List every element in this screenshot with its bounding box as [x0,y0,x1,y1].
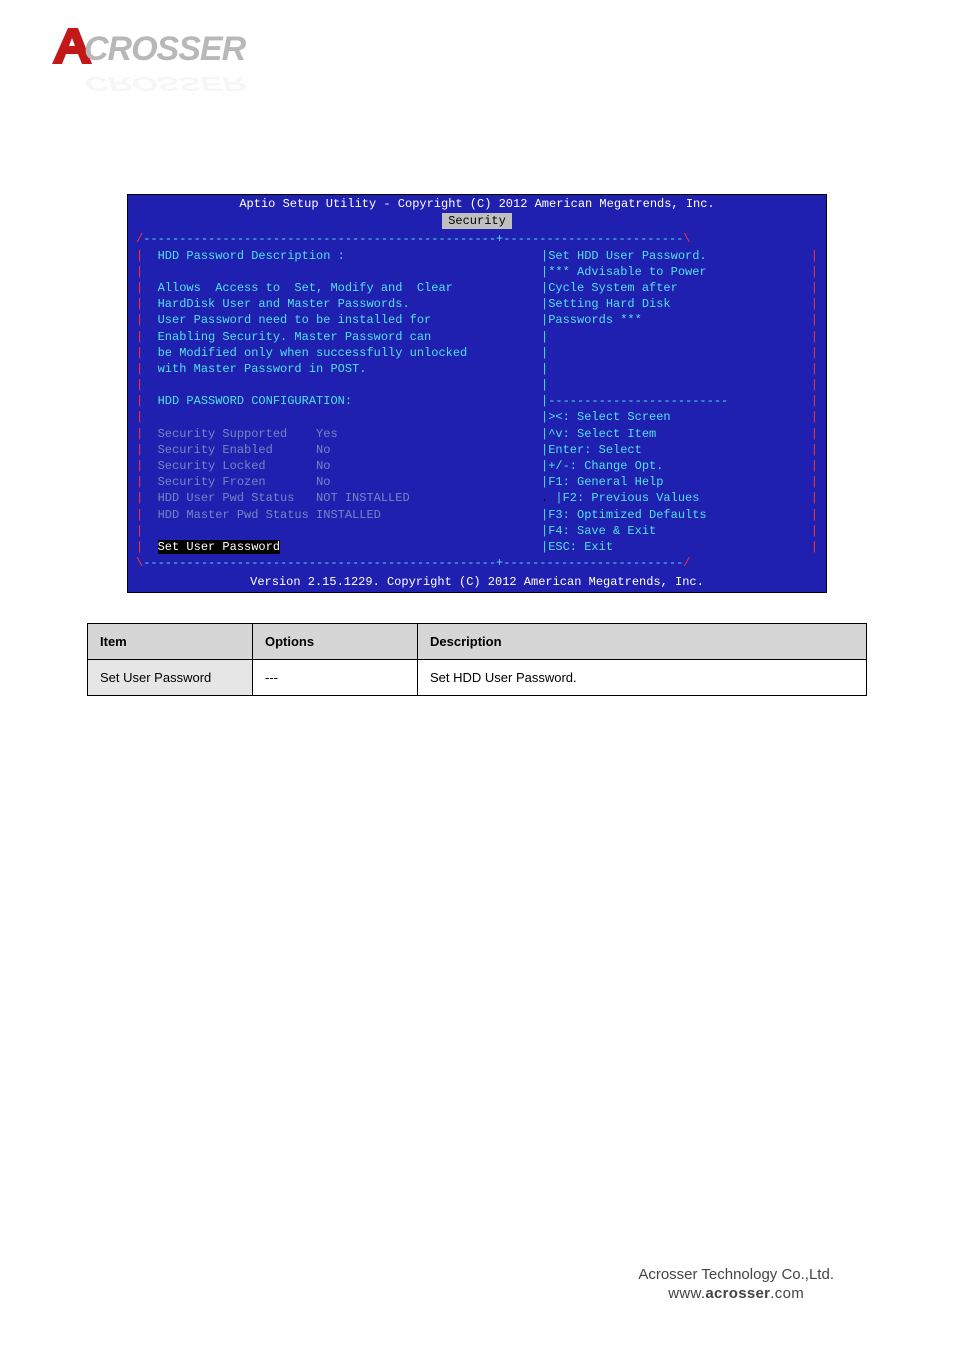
cfg-5k: HDD Master Pwd Status [158,508,309,522]
hdd-desc-head: HDD Password Description : [158,249,345,263]
th-description: Description [418,623,867,659]
help-line-4: Passwords *** [548,313,642,327]
logo-reflection: CROSSER [84,72,245,95]
key-4: F1: General Help [548,475,663,489]
desc-1: HardDisk User and Master Passwords. [158,297,410,311]
bios-footer: Version 2.15.1229. Copyright (C) 2012 Am… [128,573,826,591]
key-5: F2: Previous Values [563,491,700,505]
key-7: F4: Save & Exit [548,524,656,538]
key-1: ^v: Select Item [548,427,656,441]
bios-title: Aptio Setup Utility - Copyright (C) 2012… [128,195,826,213]
help-line-2: Cycle System after [548,281,678,295]
cfg-4k: HDD User Pwd Status [158,491,295,505]
cfg-1k: Security Enabled [158,443,273,457]
selected-set-user-password[interactable]: Set User Password [158,540,280,554]
tab-security[interactable]: Security [442,213,512,229]
cfg-3k: Security Frozen [158,475,266,489]
page-footer: Acrosser Technology Co.,Ltd. www.acrosse… [638,1266,834,1302]
cfg-2k: Security Locked [158,459,266,473]
brand-logo: CROSSER CROSSER [48,24,298,84]
bios-tabrow: Security [128,213,826,229]
help-line-0: Set HDD User Password. [548,249,706,263]
table-row: Set User Password --- Set HDD User Passw… [88,659,867,695]
logo-wordmark: CROSSER [84,30,245,69]
bios-screen: Aptio Setup Utility - Copyright (C) 2012… [127,194,827,593]
th-options: Options [253,623,418,659]
desc-3: Enabling Security. Master Password can [158,330,432,344]
footer-company: Acrosser Technology Co.,Ltd. [638,1266,834,1283]
key-3: +/-: Change Opt. [548,459,663,473]
cfg-1v: No [316,443,330,457]
cfg-0v: Yes [316,427,338,441]
help-line-3: Setting Hard Disk [548,297,670,311]
cell-item: Set User Password [88,659,253,695]
footer-url: www.acrosser.com [638,1285,834,1302]
footer-url-post: .com [770,1285,804,1302]
cfg-4v: NOT INSTALLED [316,491,410,505]
cfg-0k: Security Supported [158,427,288,441]
th-item: Item [88,623,253,659]
key-0: ><: Select Screen [548,410,670,424]
table-header-row: Item Options Description [88,623,867,659]
footer-url-pre: www. [668,1285,705,1302]
cell-options: --- [253,659,418,695]
desc-4: be Modified only when successfully unloc… [158,346,468,360]
cfg-5v: INSTALLED [316,508,381,522]
cfg-3v: No [316,475,330,489]
cfg-head: HDD PASSWORD CONFIGURATION: [158,394,352,408]
key-2: Enter: Select [548,443,642,457]
desc-0: Allows Access to Set, Modify and Clear [158,281,453,295]
help-line-1: *** Advisable to Power [548,265,706,279]
footer-url-bold: acrosser [705,1285,770,1302]
cell-description: Set HDD User Password. [418,659,867,695]
desc-5: with Master Password in POST. [158,362,367,376]
desc-2: User Password need to be installed for [158,313,432,327]
key-8: ESC: Exit [548,540,613,554]
option-table: Item Options Description Set User Passwo… [87,623,867,696]
cfg-2v: No [316,459,330,473]
key-6: F3: Optimized Defaults [548,508,706,522]
